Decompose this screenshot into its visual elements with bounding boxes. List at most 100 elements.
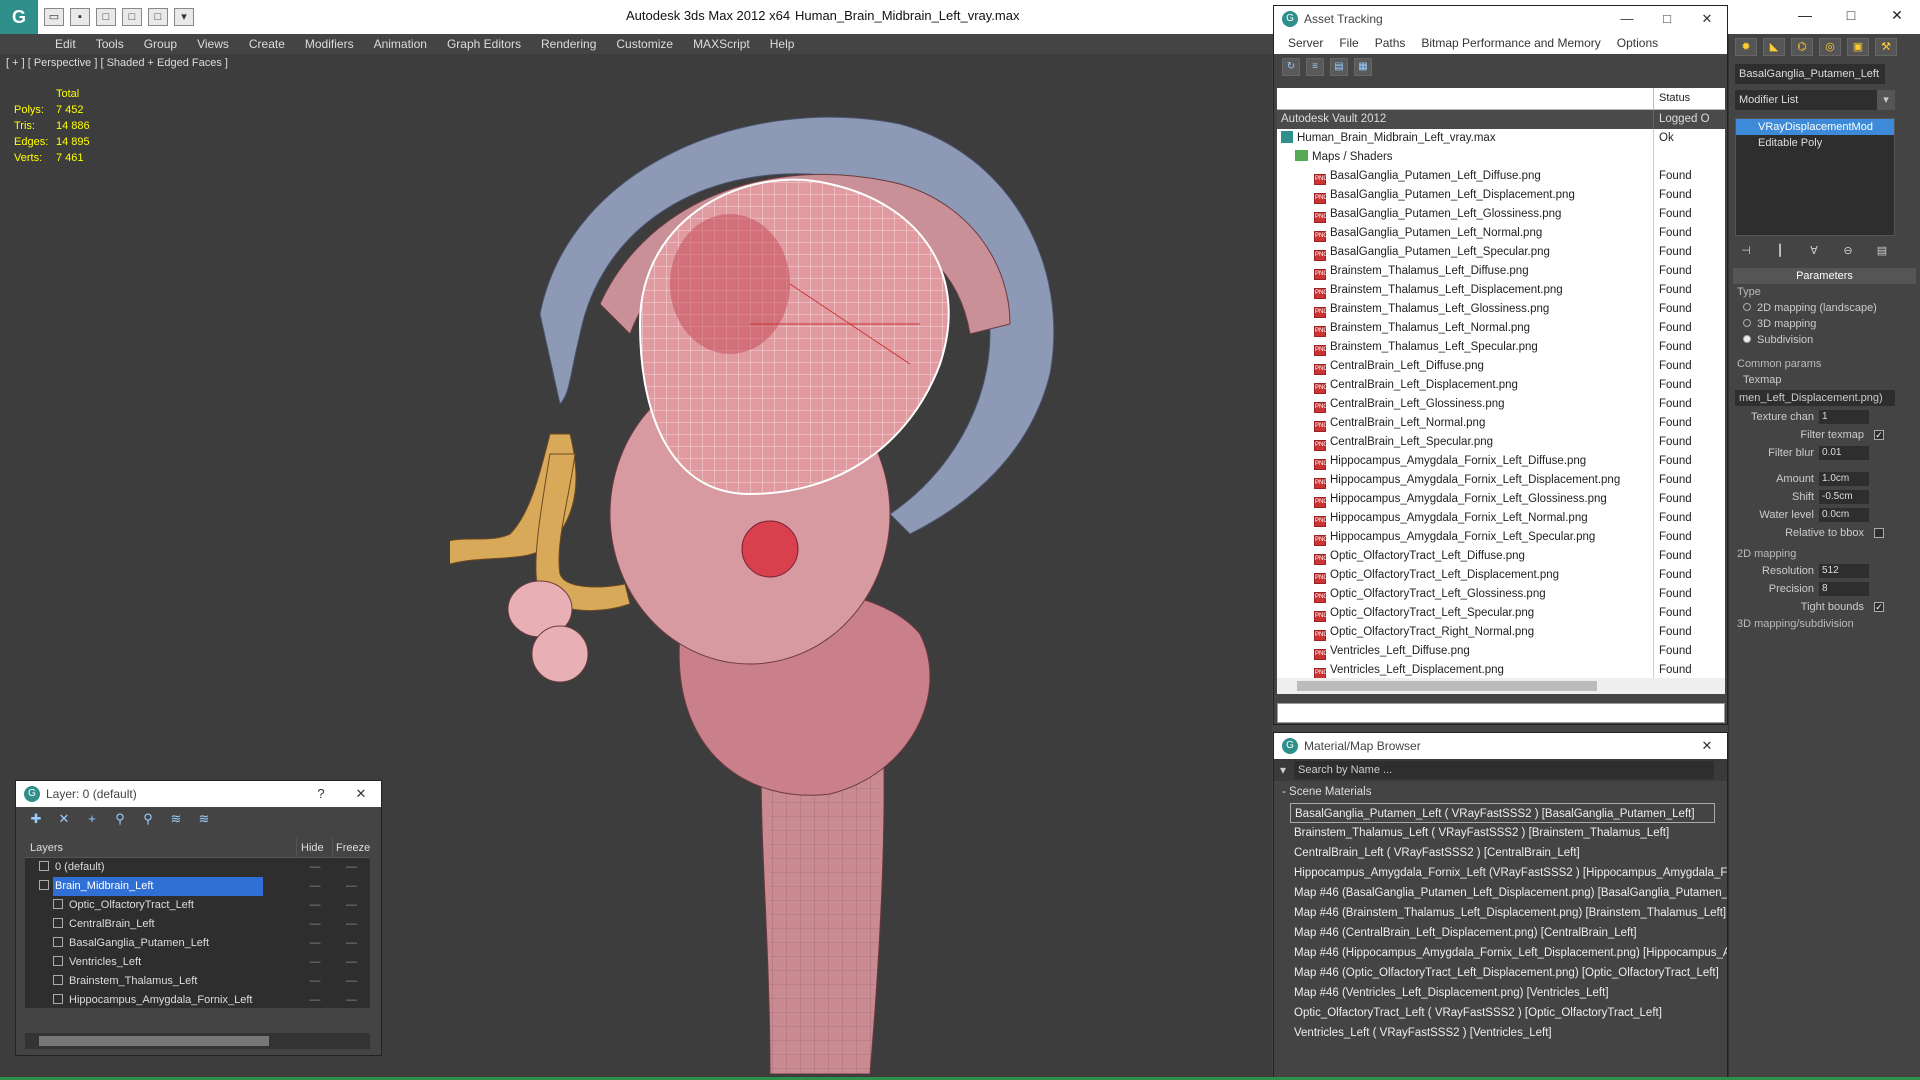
delete-layer-icon[interactable]: ✕ [56,811,72,827]
asset-map-row[interactable]: PNG Hippocampus_Amygdala_Fornix_Left_Glos… [1277,490,1725,509]
material-search-input[interactable]: Search by Name ... [1294,761,1715,779]
asset-map-row[interactable]: PNG BasalGanglia_Putamen_Left_Glossiness.… [1277,205,1725,224]
tight-bounds-checkbox[interactable]: ✓ [1874,602,1884,612]
show-end-result-icon[interactable]: ┃ [1773,244,1787,258]
asset-map-row[interactable]: PNG Ventricles_Left_Displacement.png Found [1277,661,1725,678]
type-option-2d-landscape[interactable]: 2D mapping (landscape) [1729,300,1920,316]
stack-item-vray-displacement[interactable]: VRayDisplacementMod [1736,119,1894,135]
precision-field[interactable]: 8 [1819,582,1869,596]
close-button[interactable]: ✕ [341,781,381,807]
asset-map-row[interactable]: PNG CentralBrain_Left_Normal.png Found [1277,414,1725,433]
asset-map-row[interactable]: PNG Brainstem_Thalamus_Left_Displacement.… [1277,281,1725,300]
freeze-toggle[interactable]: — [333,915,370,934]
layer-row[interactable]: Ventricles_Left — — [25,953,370,972]
asset-menu-paths[interactable]: Paths [1367,32,1414,54]
asset-status-column-header[interactable]: Status [1654,88,1695,109]
asset-map-row[interactable]: PNG Optic_OlfactoryTract_Left_Glossiness.… [1277,585,1725,604]
amygdala-mesh[interactable] [741,520,799,578]
material-list-item[interactable]: Optic_OlfactoryTract_Left ( VRayFastSSS2… [1274,1003,1727,1023]
freeze-toggle[interactable]: — [333,858,370,877]
asset-map-row[interactable]: PNG CentralBrain_Left_Glossiness.png Found [1277,395,1725,414]
filter-blur-field[interactable]: 0.01 [1819,446,1869,460]
filter-texmap-checkbox[interactable]: ✓ [1874,430,1884,440]
asset-map-row[interactable]: PNG Hippocampus_Amygdala_Fornix_Left_Diff… [1277,452,1725,471]
help-button[interactable]: ? [301,781,341,807]
asset-map-row[interactable]: PNG Brainstem_Thalamus_Left_Glossiness.pn… [1277,300,1725,319]
material-list-item[interactable]: Map #46 (Hippocampus_Amygdala_Fornix_Lef… [1274,943,1727,963]
amount-field[interactable]: 1.0cm [1819,472,1869,486]
hide-toggle[interactable]: — [297,991,333,1010]
parameters-rollout[interactable]: Parameters [1733,268,1916,284]
asset-map-row[interactable]: PNG BasalGanglia_Putamen_Left_Normal.png F… [1277,224,1725,243]
undo-icon[interactable]: □ [122,8,142,26]
asset-map-row[interactable]: PNG Optic_OlfactoryTract_Left_Diffuse.png… [1277,547,1725,566]
menu-rendering[interactable]: Rendering [531,34,606,54]
hide-toggle[interactable]: — [297,858,333,877]
material-list-item[interactable]: Ventricles_Left ( VRayFastSSS2 ) [Ventri… [1274,1023,1727,1043]
layer-row[interactable]: Optic_OlfactoryTract_Left — — [25,896,370,915]
layer-row[interactable]: CentralBrain_Left — — [25,915,370,934]
material-list-item[interactable]: Map #46 (Ventricles_Left_Displacement.pn… [1274,983,1727,1003]
hide-toggle[interactable]: — [297,934,333,953]
hide-column-header[interactable]: Hide [297,838,333,857]
menu-maxscript[interactable]: MAXScript [683,34,760,54]
select-objects-icon[interactable]: ⚲ [112,811,128,827]
layer-row[interactable]: Hippocampus_Amygdala_Fornix_Left — — [25,991,370,1010]
menu-animation[interactable]: Animation [364,34,437,54]
refresh-icon[interactable]: ↻ [1282,58,1300,76]
minimize-button[interactable]: — [1607,6,1647,32]
asset-map-row[interactable]: PNG CentralBrain_Left_Displacement.png Fou… [1277,376,1725,395]
material-list-item[interactable]: BasalGanglia_Putamen_Left ( VRayFastSSS2… [1290,803,1715,823]
asset-map-row[interactable]: PNG Optic_OlfactoryTract_Right_Normal.png… [1277,623,1725,642]
texmap-button[interactable]: men_Left_Displacement.png) [1735,390,1895,406]
motion-tab-icon[interactable]: ◎ [1819,38,1841,56]
pin-stack-icon[interactable]: ⊣ [1739,244,1753,258]
asset-map-row[interactable]: PNG BasalGanglia_Putamen_Left_Displacemen… [1277,186,1725,205]
material-list-item[interactable]: Brainstem_Thalamus_Left ( VRayFastSSS2 )… [1274,823,1727,843]
freeze-toggle[interactable]: — [333,896,370,915]
modify-tab-icon[interactable]: ◣ [1763,38,1785,56]
resolution-field[interactable]: 512 [1819,564,1869,578]
asset-name-column-header[interactable] [1277,88,1654,109]
shift-field[interactable]: -0.5cm [1819,490,1869,504]
asset-menu-options[interactable]: Options [1609,32,1666,54]
menu-tools[interactable]: Tools [86,34,134,54]
layer-horizontal-scrollbar[interactable] [25,1033,370,1049]
modifier-list-dropdown[interactable]: Modifier List ▾ [1735,90,1895,110]
material-list-item[interactable]: CentralBrain_Left ( VRayFastSSS2 ) [Cent… [1274,843,1727,863]
asset-map-row[interactable]: PNG BasalGanglia_Putamen_Left_Diffuse.png… [1277,167,1725,186]
save-file-icon[interactable]: ▪ [70,8,90,26]
menu-create[interactable]: Create [239,34,295,54]
asset-menu-bitmap-performance[interactable]: Bitmap Performance and Memory [1413,32,1608,54]
type-option-subdivision[interactable]: Subdivision [1729,332,1920,348]
layer-row[interactable]: BasalGanglia_Putamen_Left — — [25,934,370,953]
open-file-icon[interactable]: ▭ [44,8,64,26]
pituitary-mesh[interactable] [531,625,589,683]
material-list-item[interactable]: Map #46 (CentralBrain_Left_Displacement.… [1274,923,1727,943]
water-level-field[interactable]: 0.0cm [1819,508,1869,522]
material-list-item[interactable]: Hippocampus_Amygdala_Fornix_Left (VRayFa… [1274,863,1727,883]
asset-map-row[interactable]: PNG Hippocampus_Amygdala_Fornix_Left_Norm… [1277,509,1725,528]
asset-menu-server[interactable]: Server [1280,32,1331,54]
scrollbar-thumb[interactable] [1297,681,1597,691]
menu-customize[interactable]: Customize [606,34,683,54]
list-view-icon[interactable]: ≡ [1306,58,1324,76]
add-to-layer-icon[interactable]: + [84,811,100,827]
close-button[interactable]: ✕ [1687,733,1727,759]
configure-modifier-sets-icon[interactable]: ▤ [1875,244,1889,258]
asset-map-row[interactable]: PNG Optic_OlfactoryTract_Left_Specular.pn… [1277,604,1725,623]
detail-view-icon[interactable]: ▤ [1330,58,1348,76]
asset-map-row[interactable]: PNG Brainstem_Thalamus_Left_Diffuse.png Fo… [1277,262,1725,281]
menu-graph-editors[interactable]: Graph Editors [437,34,531,54]
maximize-button[interactable]: □ [1647,6,1687,32]
menu-edit[interactable]: Edit [45,34,86,54]
menu-group[interactable]: Group [134,34,187,54]
asset-map-row[interactable]: PNG CentralBrain_Left_Specular.png Found [1277,433,1725,452]
asset-path-field[interactable] [1277,703,1725,723]
asset-map-row[interactable]: PNG CentralBrain_Left_Diffuse.png Found [1277,357,1725,376]
make-unique-icon[interactable]: ∀ [1807,244,1821,258]
maps-folder-row[interactable]: Maps / Shaders [1277,148,1725,167]
maximize-button[interactable]: □ [1828,0,1874,30]
close-button[interactable]: ✕ [1687,6,1727,32]
brain-3d-model[interactable] [450,74,1190,1074]
